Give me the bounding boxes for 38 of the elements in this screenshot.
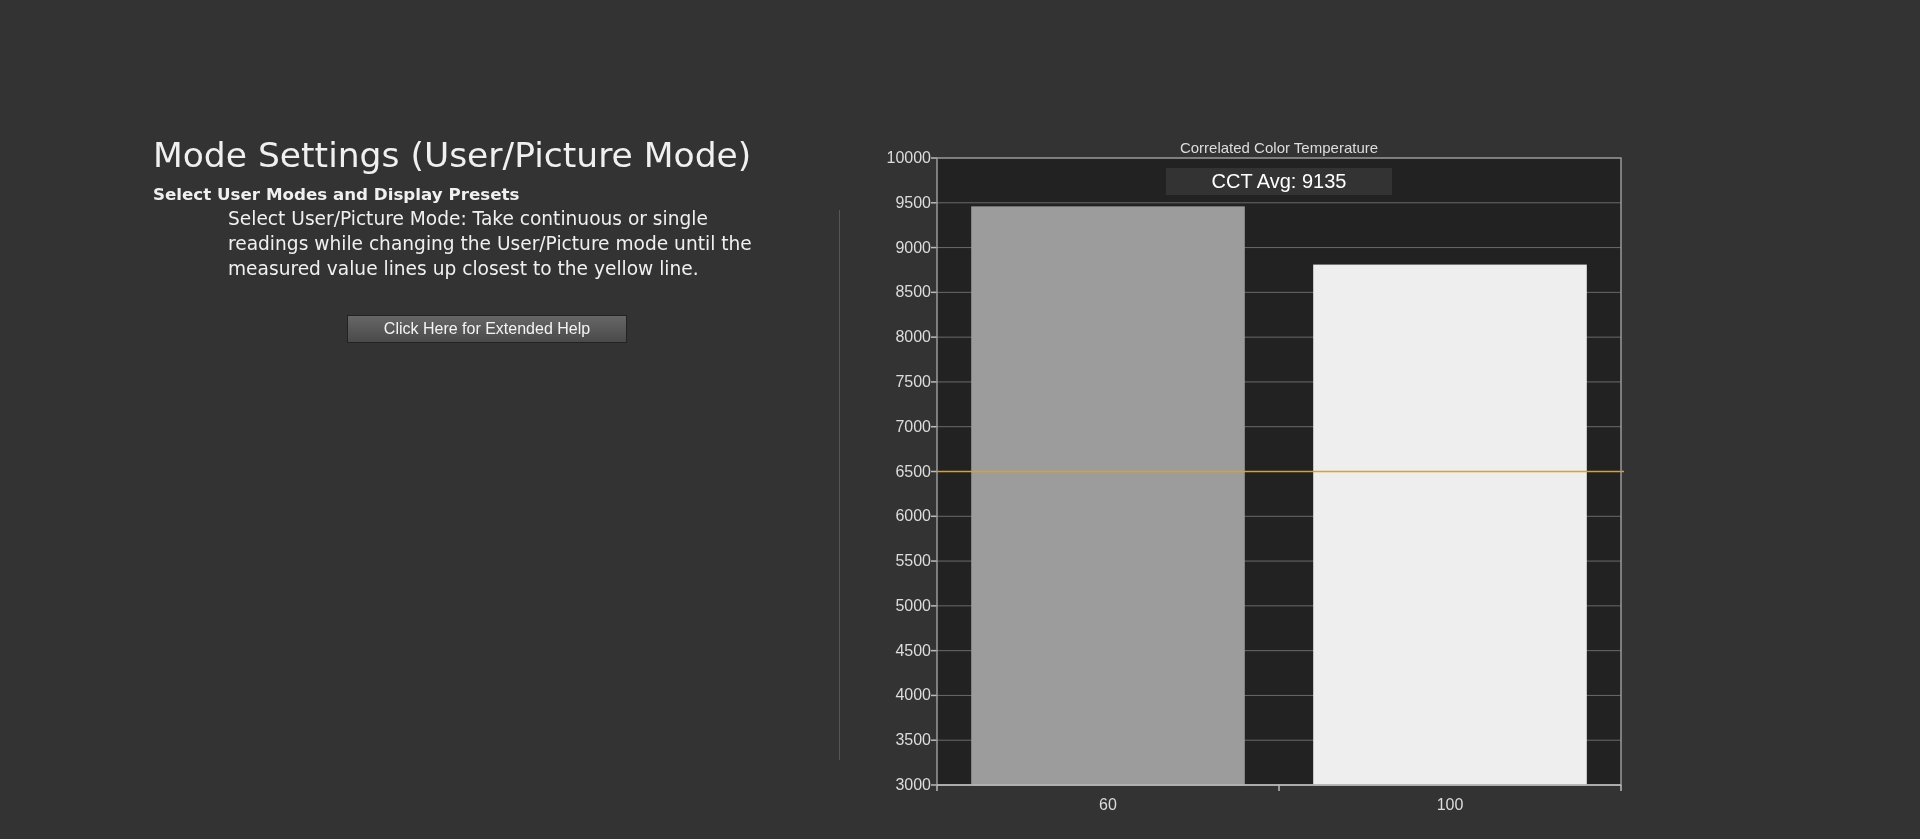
y-tick-label: 9000	[895, 238, 931, 256]
y-tick	[930, 605, 938, 607]
description-text: Select User/Picture Mode: Take continuous or single readings while changing the User/Picture mode until the measured value lines up closest to the yellow line.	[228, 207, 753, 281]
y-tick	[930, 291, 938, 294]
y-tick	[930, 784, 938, 786]
page-title: Mode Settings (User/Picture Mode)	[153, 135, 753, 175]
x-tick-label: 100	[1436, 796, 1464, 813]
chart-title: Correlated Color Temperature	[1179, 139, 1379, 156]
y-tick	[930, 202, 938, 204]
y-tick	[930, 381, 938, 383]
section-heading: Select User Modes and Display Presets	[153, 184, 521, 204]
y-tick-label: 7500	[895, 372, 931, 390]
y-tick	[930, 739, 938, 741]
y-tick	[930, 694, 938, 697]
y-tick-label: 9500	[895, 193, 931, 211]
y-tick	[930, 470, 938, 473]
y-tick	[930, 336, 938, 338]
y-tick	[930, 157, 938, 159]
y-tick	[930, 246, 938, 249]
y-tick	[930, 649, 938, 652]
y-tick-label: 4000	[895, 686, 931, 704]
y-tick-label: 6500	[895, 462, 931, 480]
y-tick-label: 8500	[895, 283, 931, 301]
y-tick-label: 6000	[895, 507, 931, 525]
x-tick-label: 60	[1099, 796, 1117, 813]
y-tick	[930, 515, 938, 518]
y-tick-label: 10000	[886, 149, 931, 166]
y-tick-label: 5000	[895, 596, 931, 614]
y-tick-label: 3500	[895, 731, 931, 749]
y-tick-label: 4500	[895, 641, 931, 659]
y-tick-label: 5500	[895, 552, 931, 570]
extended-help-button[interactable]: Click Here for Extended Help	[347, 315, 627, 343]
y-tick-label: 7000	[895, 417, 931, 435]
average-label: CCT Avg: 9135	[1211, 170, 1347, 192]
y-tick	[930, 560, 938, 562]
y-tick-label: 3000	[895, 776, 931, 793]
y-tick-label: 8000	[895, 328, 931, 346]
y-tick	[930, 425, 938, 428]
